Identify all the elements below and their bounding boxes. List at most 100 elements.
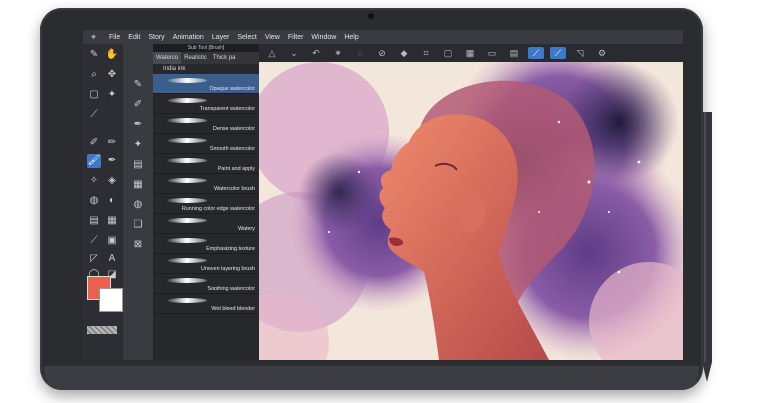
sub-tool-panel: Sub Tool [Brush] Waterco Realistic Thick…	[153, 44, 259, 360]
brush-stroke-preview	[167, 278, 207, 283]
sub-delete-icon[interactable]: ⊠	[131, 238, 145, 252]
menu-file[interactable]: File	[109, 34, 120, 41]
pen-pressure-icon[interactable]: ⟋	[528, 47, 544, 59]
select-icon[interactable]: ▢	[87, 88, 101, 102]
hand-tool-icon[interactable]: ✋	[105, 48, 119, 62]
transparent-color-swatch[interactable]	[87, 326, 117, 334]
eraser-tool-icon[interactable]: ◈	[105, 174, 119, 188]
brush-item[interactable]: Opaque watercolor	[153, 74, 259, 94]
brush-stroke-preview	[167, 238, 207, 243]
brush-item[interactable]: Watery	[153, 214, 259, 234]
menu-window[interactable]: Window	[311, 34, 336, 41]
menu-edit[interactable]: Edit	[128, 34, 140, 41]
settings-icon[interactable]: ⚙	[594, 47, 610, 59]
brush-item[interactable]: Paint and apply	[153, 154, 259, 174]
sub-brush-icon[interactable]: ✐	[131, 98, 145, 112]
brush-label: Running color edge watercolor	[181, 206, 255, 212]
stabilizer-icon[interactable]: ⟋	[550, 47, 566, 59]
brush-item[interactable]: Soothing watercolor	[153, 274, 259, 294]
gradient-icon[interactable]: ▤	[87, 214, 101, 228]
airbrush-icon[interactable]: ✒	[105, 154, 119, 168]
triangle-icon[interactable]: △	[264, 47, 280, 59]
zoom-icon[interactable]: ⌕	[87, 68, 101, 82]
app-logo-icon[interactable]: ⌖	[91, 32, 103, 42]
brush-item[interactable]: Watercolor brush	[153, 174, 259, 194]
frame-icon[interactable]: ⟋	[87, 234, 101, 248]
ruler-icon[interactable]: ▭	[484, 47, 500, 59]
tab-realistic[interactable]: Realistic	[181, 52, 210, 64]
sub-pen-icon[interactable]: ✎	[131, 78, 145, 92]
brush-stroke-preview	[167, 258, 207, 263]
fill-tool-icon[interactable]: ◐	[105, 194, 119, 208]
brush-label: Emphasizing texture	[206, 246, 255, 252]
grid-icon[interactable]: ▦	[462, 47, 478, 59]
sub-watercolor-icon[interactable]: ✦	[131, 138, 145, 152]
command-bar: △ ⌄ ↶ ✶ ◌ ⊘ ◆ ⌗ ▢ ▦ ▭ ▤ ⟋ ⟋ ◹ ⚙	[258, 44, 683, 62]
brush-item[interactable]: Running color edge watercolor	[153, 194, 259, 214]
undo-icon[interactable]: ↶	[308, 47, 324, 59]
eyedropper-icon[interactable]: ⟋	[87, 108, 101, 122]
brush-item[interactable]: Smooth watercolor	[153, 134, 259, 154]
tablet-edge	[44, 366, 699, 390]
drawing-canvas[interactable]	[259, 62, 683, 360]
pencil-icon[interactable]: ✐	[87, 136, 101, 150]
brush-label: Dense watercolor	[213, 126, 255, 132]
snap-icon[interactable]: ◹	[572, 47, 588, 59]
brush-stroke-preview	[167, 218, 207, 223]
brush-item[interactable]: Emphasizing texture	[153, 234, 259, 254]
move-icon[interactable]: ✥	[105, 68, 119, 82]
front-camera	[368, 13, 374, 19]
brush-tool-icon[interactable]: 🖌	[87, 154, 101, 168]
vector-icon[interactable]: ◸	[87, 252, 101, 266]
ink-tab[interactable]: India ink	[153, 64, 259, 74]
marker-icon[interactable]: ✏	[105, 136, 119, 150]
brush-item[interactable]: Wet bleed blender	[153, 294, 259, 314]
brush-item[interactable]: Dense watercolor	[153, 114, 259, 134]
sub-texture-icon[interactable]: ▦	[131, 178, 145, 192]
redo-icon[interactable]: ✶	[330, 47, 346, 59]
blend-icon[interactable]: ◍	[87, 194, 101, 208]
eraser-icon[interactable]: ⊘	[374, 47, 390, 59]
tab-watercolor[interactable]: Waterco	[153, 52, 182, 64]
sub-stack-icon[interactable]: ❏	[131, 218, 145, 232]
sub-blend-icon[interactable]: ◍	[131, 198, 145, 212]
brush-item[interactable]: Uneven layering brush	[153, 254, 259, 274]
brush-label: Watery	[238, 226, 255, 232]
menu-layer[interactable]: Layer	[212, 34, 230, 41]
sub-tool-column: ✎ ✐ ✒ ✦ ▤ ▦ ◍ ❏ ⊠	[123, 44, 153, 360]
transform-icon[interactable]: ▢	[440, 47, 456, 59]
sub-tool-header: Sub Tool [Brush]	[153, 44, 259, 52]
fill-icon[interactable]: ◆	[396, 47, 412, 59]
ruler-tool-icon[interactable]: ▣	[105, 234, 119, 248]
menu-filter[interactable]: Filter	[288, 34, 304, 41]
watercolor-portrait	[259, 62, 683, 360]
figure-icon[interactable]: ▦	[105, 214, 119, 228]
brush-list: Opaque watercolor Transparent watercolor D…	[153, 74, 259, 314]
brush-label: Wet bleed blender	[211, 306, 255, 312]
menu-view[interactable]: View	[265, 34, 280, 41]
brush-stroke-preview	[167, 178, 207, 183]
menu-help[interactable]: Help	[344, 34, 358, 41]
sub-color-swatch[interactable]	[99, 288, 123, 312]
brush-stroke-preview	[167, 98, 207, 103]
brush-item[interactable]: Transparent watercolor	[153, 94, 259, 114]
brush-label: Soothing watercolor	[207, 286, 255, 292]
pen-tool-icon[interactable]: ✎	[87, 48, 101, 62]
chevron-down-icon[interactable]: ⌄	[286, 47, 302, 59]
tab-thick-paint[interactable]: Thick pa	[210, 52, 239, 64]
magic-wand-icon[interactable]: ✦	[105, 88, 119, 102]
menu-bar: ⌖ File Edit Story Animation Layer Select…	[83, 30, 683, 44]
sub-layer-icon[interactable]: ▤	[131, 158, 145, 172]
decoration-icon[interactable]: ✧	[87, 174, 101, 188]
menu-select[interactable]: Select	[237, 34, 256, 41]
crop-icon[interactable]: ⌗	[418, 47, 434, 59]
brush-stroke-preview	[167, 158, 207, 163]
brush-label: Smooth watercolor	[210, 146, 255, 152]
brush-stroke-preview	[167, 298, 207, 303]
menu-animation[interactable]: Animation	[173, 34, 204, 41]
text-tool-icon[interactable]: A	[105, 252, 119, 266]
lasso-icon[interactable]: ◌	[352, 47, 368, 59]
layer-icon[interactable]: ▤	[506, 47, 522, 59]
sub-ink-icon[interactable]: ✒	[131, 118, 145, 132]
menu-story[interactable]: Story	[148, 34, 164, 41]
